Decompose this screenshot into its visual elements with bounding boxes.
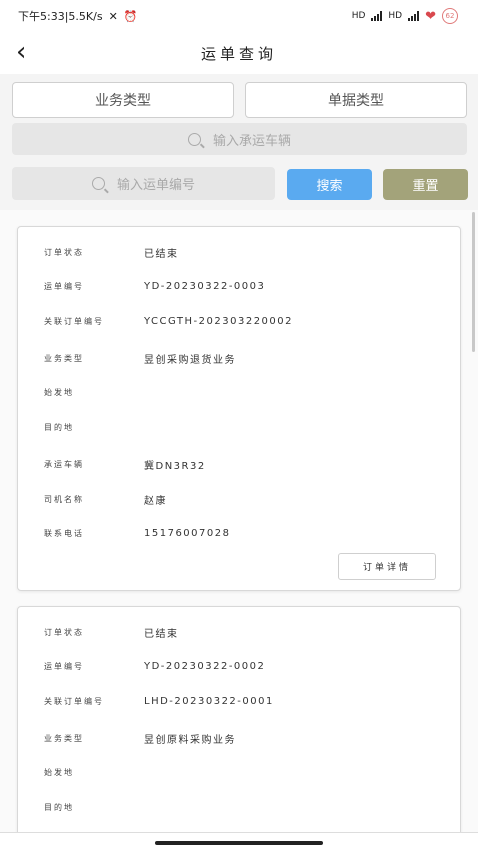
search-icon	[187, 132, 201, 146]
field-label: 目的地	[44, 803, 74, 812]
field-value: YD-20230322-0003	[144, 281, 266, 292]
field-value: 15176007028	[144, 528, 231, 539]
alarm-icon: ⏰	[123, 9, 138, 23]
field-label: 司机名称	[44, 495, 84, 504]
filter-panel: 业务类型 单据类型 输入承运车辆 输入运单编号 搜索 重置	[0, 74, 478, 210]
field-label: 联系电话	[44, 529, 84, 538]
card-row: 承运车辆 冀DN3R32	[44, 457, 206, 472]
field-label: 始发地	[44, 768, 74, 777]
field-value: 昱创采购退货业务	[144, 355, 236, 366]
back-arrow-icon[interactable]: ‹	[16, 39, 38, 66]
field-value: 昱创原料采购业务	[144, 735, 236, 746]
field-label: 业务类型	[44, 354, 84, 363]
field-label: 业务类型	[44, 734, 84, 743]
business-type-select[interactable]: 业务类型	[12, 82, 234, 118]
card-row: 目的地	[44, 422, 144, 433]
field-label: 关联订单编号	[44, 697, 104, 706]
card-row: 始发地	[44, 767, 144, 778]
field-value: YCCGTH-202303220002	[144, 316, 294, 327]
waybill-card: 订单状态 已结束 运单编号 YD-20230322-0003 关联订单编号 YCCGT…	[17, 226, 461, 591]
field-label: 运单编号	[44, 662, 84, 671]
field-label: 订单状态	[44, 628, 84, 637]
signal-icon	[371, 11, 383, 21]
field-value: YD-20230322-0002	[144, 661, 266, 672]
waybill-search-input[interactable]: 输入运单编号	[12, 167, 275, 200]
order-detail-button[interactable]: 订单详情	[338, 553, 436, 580]
page-title: 运单查询	[200, 44, 277, 63]
search-icon	[91, 177, 105, 190]
field-label: 目的地	[44, 423, 74, 432]
card-row: 运单编号 YD-20230322-0002	[44, 661, 265, 672]
card-row: 联系电话 15176007028	[44, 528, 231, 539]
field-label: 订单状态	[44, 248, 84, 257]
status-bar: 下午5:33|5.5K/s ✕ ⏰ HD HD ❤ 62	[0, 0, 478, 32]
field-label: 关联订单编号	[44, 317, 104, 326]
signal-icon-2	[408, 11, 420, 21]
document-type-select[interactable]: 单据类型	[245, 82, 467, 118]
heart-icon: ❤	[425, 8, 436, 24]
mute-icon: ✕	[108, 9, 118, 23]
home-area	[0, 832, 478, 850]
vehicle-placeholder: 输入承运车辆	[212, 133, 291, 149]
field-value: 赵康	[144, 496, 167, 507]
scrollbar[interactable]	[472, 212, 475, 352]
vehicle-search-input[interactable]: 输入承运车辆	[12, 123, 467, 155]
reset-button[interactable]: 重置	[383, 169, 468, 200]
card-row: 订单状态 已结束	[44, 245, 179, 260]
card-row: 业务类型 昱创采购退货业务	[44, 351, 236, 366]
card-row: 关联订单编号 YCCGTH-202303220002	[44, 316, 293, 327]
waybill-placeholder: 输入运单编号	[116, 178, 195, 193]
card-row: 业务类型 昱创原料采购业务	[44, 731, 236, 746]
card-row: 目的地	[44, 802, 144, 813]
search-button[interactable]: 搜索	[287, 169, 372, 200]
field-value: 已结束	[144, 249, 179, 260]
field-value: LHD-20230322-0001	[144, 696, 274, 707]
home-indicator[interactable]	[155, 841, 323, 845]
status-time: 下午5:33|5.5K/s	[18, 10, 103, 23]
waybill-card: 订单状态 已结束 运单编号 YD-20230322-0002 关联订单编号 LHD-2…	[17, 606, 461, 832]
card-row: 订单状态 已结束	[44, 625, 179, 640]
field-label: 始发地	[44, 388, 74, 397]
nav-bar: ‹ 运单查询	[0, 32, 478, 74]
field-value: 已结束	[144, 629, 179, 640]
field-label: 运单编号	[44, 282, 84, 291]
signal-label-1: HD	[351, 11, 366, 21]
field-value: 冀DN3R32	[144, 461, 206, 472]
field-label: 承运车辆	[44, 460, 84, 469]
card-row: 运单编号 YD-20230322-0003	[44, 281, 265, 292]
waybill-list[interactable]: 订单状态 已结束 运单编号 YD-20230322-0003 关联订单编号 YCCGT…	[0, 210, 478, 832]
battery-icon: 62	[442, 8, 458, 24]
card-row: 始发地	[44, 387, 144, 398]
signal-label-2: HD	[388, 11, 403, 21]
card-row: 关联订单编号 LHD-20230322-0001	[44, 696, 274, 707]
card-row: 司机名称 赵康	[44, 492, 167, 507]
